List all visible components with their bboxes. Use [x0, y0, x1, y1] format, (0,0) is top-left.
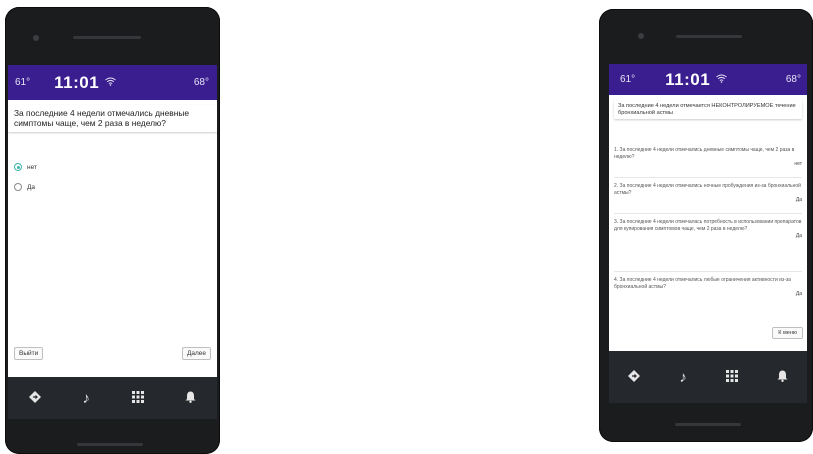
screen-left: 61° 11:01 68° За последние 4 недели отме… [8, 65, 217, 377]
bell-icon[interactable] [185, 391, 196, 406]
result-item-3: 3. За последние 4 недели отмечалась потр… [614, 219, 802, 240]
result-answer: Да [795, 233, 802, 239]
bottom-speaker [77, 443, 143, 446]
next-button[interactable]: Далее [181, 347, 211, 360]
bottom-speaker [675, 423, 741, 426]
weather-right: 68° [193, 77, 209, 88]
grid-icon[interactable] [131, 390, 144, 406]
result-answer: нет [794, 161, 802, 167]
weather-right: 68° [785, 74, 801, 85]
clock: 11:01 [665, 69, 711, 89]
diamond-icon[interactable] [28, 390, 41, 406]
earpiece-speaker [676, 35, 742, 38]
earpiece-speaker [73, 36, 141, 39]
result-question: 3. За последние 4 недели отмечалась потр… [614, 219, 802, 232]
navigation-bar: ♪ [8, 377, 217, 419]
music-note-icon[interactable]: ♪ [82, 391, 90, 406]
music-note-icon[interactable]: ♪ [679, 370, 687, 385]
bell-icon[interactable] [777, 370, 788, 385]
result-answer: Да [795, 197, 802, 203]
result-answer: Да [795, 291, 802, 297]
result-question: 4. За последние 4 недели отмечались любы… [614, 277, 791, 290]
menu-button[interactable]: К меню [772, 327, 803, 339]
result-header: За последние 4 недели отмечается НЕКОНТР… [614, 101, 802, 119]
radio-selected-icon[interactable] [14, 163, 22, 171]
navigation-bar: ♪ [609, 351, 807, 403]
phone-left: 61° 11:01 68° За последние 4 недели отме… [5, 7, 220, 454]
result-item-2: 2. За последние 4 недели отмечались ночн… [614, 183, 802, 204]
question-text: За последние 4 недели отмечались дневные… [8, 105, 217, 132]
grid-icon[interactable] [725, 369, 738, 385]
clock: 11:01 [54, 72, 100, 92]
status-bar: 61° 11:01 68° [609, 64, 807, 95]
result-question: 2. За последние 4 недели отмечались ночн… [614, 183, 801, 196]
phone-right: 61° 11:01 68° За последние 4 недели отме… [599, 9, 813, 442]
result-item-1: 1. За последние 4 недели отмечались днев… [614, 147, 802, 168]
weather-left: 61° [620, 74, 636, 85]
wifi-icon [105, 77, 116, 89]
front-camera [638, 33, 644, 39]
front-camera [33, 35, 39, 41]
diamond-icon[interactable] [628, 369, 641, 385]
exit-button[interactable]: Выйти [14, 347, 44, 360]
divider [614, 177, 802, 178]
divider [614, 271, 802, 272]
option-label: нет [27, 163, 37, 171]
option-no[interactable]: нет [14, 163, 37, 171]
result-item-4: 4. За последние 4 недели отмечались любы… [614, 277, 802, 298]
weather-left: 61° [15, 77, 31, 88]
option-yes[interactable]: Да [14, 183, 35, 191]
wifi-icon [716, 74, 727, 86]
option-label: Да [27, 183, 36, 191]
screen-right: За последние 4 недели отмечается НЕКОНТР… [609, 95, 807, 351]
radio-unselected-icon[interactable] [14, 183, 22, 191]
result-question: 1. За последние 4 недели отмечались днев… [614, 147, 795, 160]
status-bar: 61° 11:01 68° [8, 65, 217, 100]
divider [614, 213, 802, 214]
